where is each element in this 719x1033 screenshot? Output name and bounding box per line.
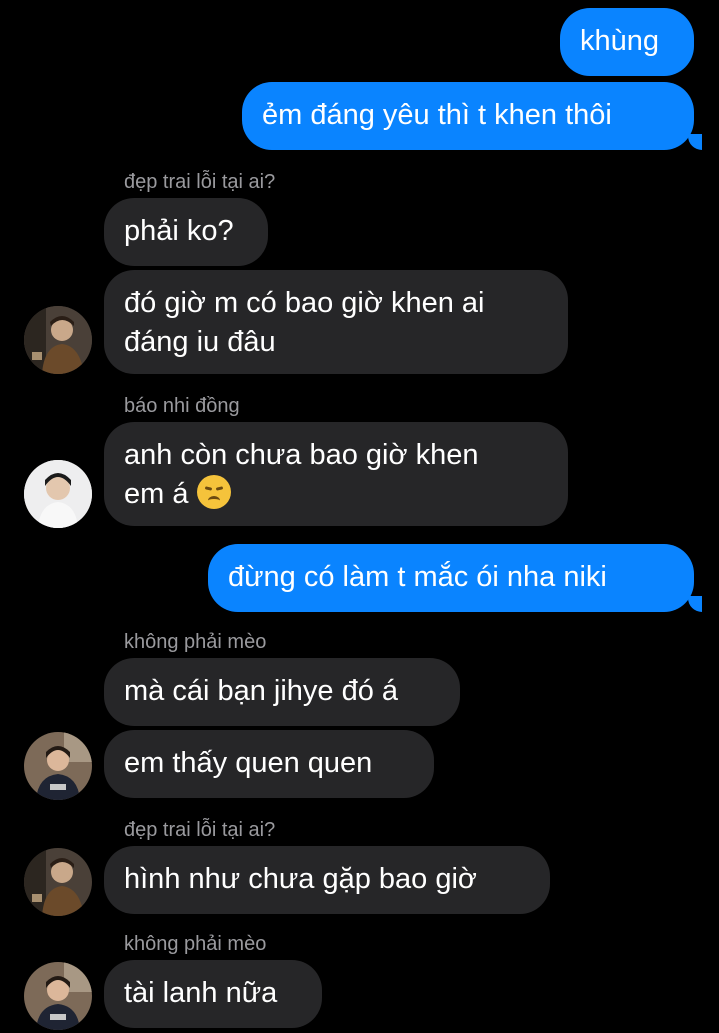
avatar-photo-icon [24, 848, 92, 916]
bubble-tail [688, 596, 702, 612]
disappointed-face-icon [196, 475, 231, 509]
outgoing-message[interactable]: đừng có làm t mắc ói nha niki [208, 544, 694, 612]
sender-name: đẹp trai lỗi tại ai? [124, 171, 276, 193]
message-text: em thấy quen quen [124, 747, 373, 779]
sender-name: không phải mèo [124, 933, 267, 955]
incoming-message[interactable]: tài lanh nữa [104, 960, 322, 1028]
incoming-message[interactable]: anh còn chưa bao giờ khen em á [104, 422, 568, 526]
sender-name: không phải mèo [124, 631, 267, 653]
message-text: phải ko? [124, 215, 234, 247]
message-text: hình như chưa gặp bao giờ [124, 863, 477, 895]
incoming-message[interactable]: em thấy quen quen [104, 730, 434, 798]
avatar-photo-icon [24, 306, 92, 374]
message-text-line: em á [124, 475, 548, 514]
incoming-message[interactable]: hình như chưa gặp bao giờ [104, 846, 550, 914]
incoming-message[interactable]: phải ko? [104, 198, 268, 266]
incoming-message[interactable]: đó giờ m có bao giờ khen ai đáng iu đâu [104, 270, 568, 374]
outgoing-message[interactable]: khùng [560, 8, 694, 76]
message-text: đừng có làm t mắc ói nha niki [228, 561, 607, 593]
outgoing-message[interactable]: ẻm đáng yêu thì t khen thôi [242, 82, 694, 150]
message-text: em á [124, 478, 189, 510]
avatar-photo-icon [24, 732, 92, 800]
avatar-photo-icon [24, 962, 92, 1030]
bubble-tail [688, 134, 702, 150]
avatar-photo-icon [24, 460, 92, 528]
message-text: tài lanh nữa [124, 977, 278, 1009]
incoming-message[interactable]: mà cái bạn jihye đó á [104, 658, 460, 726]
avatar[interactable] [24, 732, 92, 800]
message-text: ẻm đáng yêu thì t khen thôi [262, 99, 612, 131]
sender-name: đẹp trai lỗi tại ai? [124, 819, 276, 841]
message-text-line: đáng iu đâu [124, 326, 276, 358]
message-text: mà cái bạn jihye đó á [124, 675, 399, 707]
message-text: khùng [580, 25, 660, 57]
avatar[interactable] [24, 848, 92, 916]
message-text-line: anh còn chưa bao giờ khen [124, 439, 479, 471]
avatar[interactable] [24, 962, 92, 1030]
message-text-line: đó giờ m có bao giờ khen ai [124, 287, 485, 319]
avatar[interactable] [24, 460, 92, 528]
avatar[interactable] [24, 306, 92, 374]
sender-name: báo nhi đồng [124, 395, 240, 417]
